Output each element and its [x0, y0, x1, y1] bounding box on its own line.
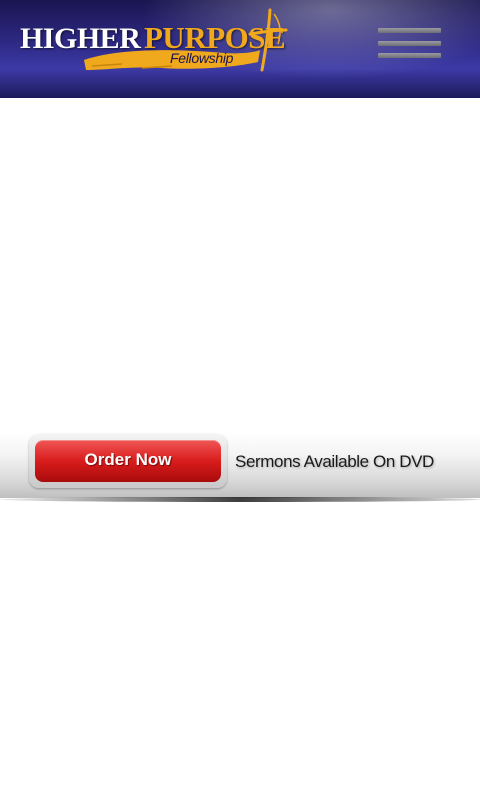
dvd-promo-banner: Order Now Sermons Available On DVD — [0, 432, 480, 502]
site-logo[interactable]: HIGHER PURPOSE Fellowship — [18, 8, 288, 78]
hamburger-menu-icon-bar — [378, 53, 441, 58]
hamburger-menu-icon — [378, 28, 441, 33]
logo-subtitle: Fellowship — [170, 50, 234, 66]
hamburger-menu-icon-bar — [378, 41, 441, 46]
order-button-frame: Order Now — [29, 434, 227, 488]
site-header: HIGHER PURPOSE Fellowship — [0, 0, 480, 98]
dvd-tagline: Sermons Available On DVD — [235, 452, 434, 471]
logo-word-higher: HIGHER — [20, 22, 141, 55]
cross-icon — [248, 8, 288, 72]
order-now-button[interactable]: Order Now — [35, 440, 221, 482]
menu-button[interactable] — [378, 28, 442, 60]
